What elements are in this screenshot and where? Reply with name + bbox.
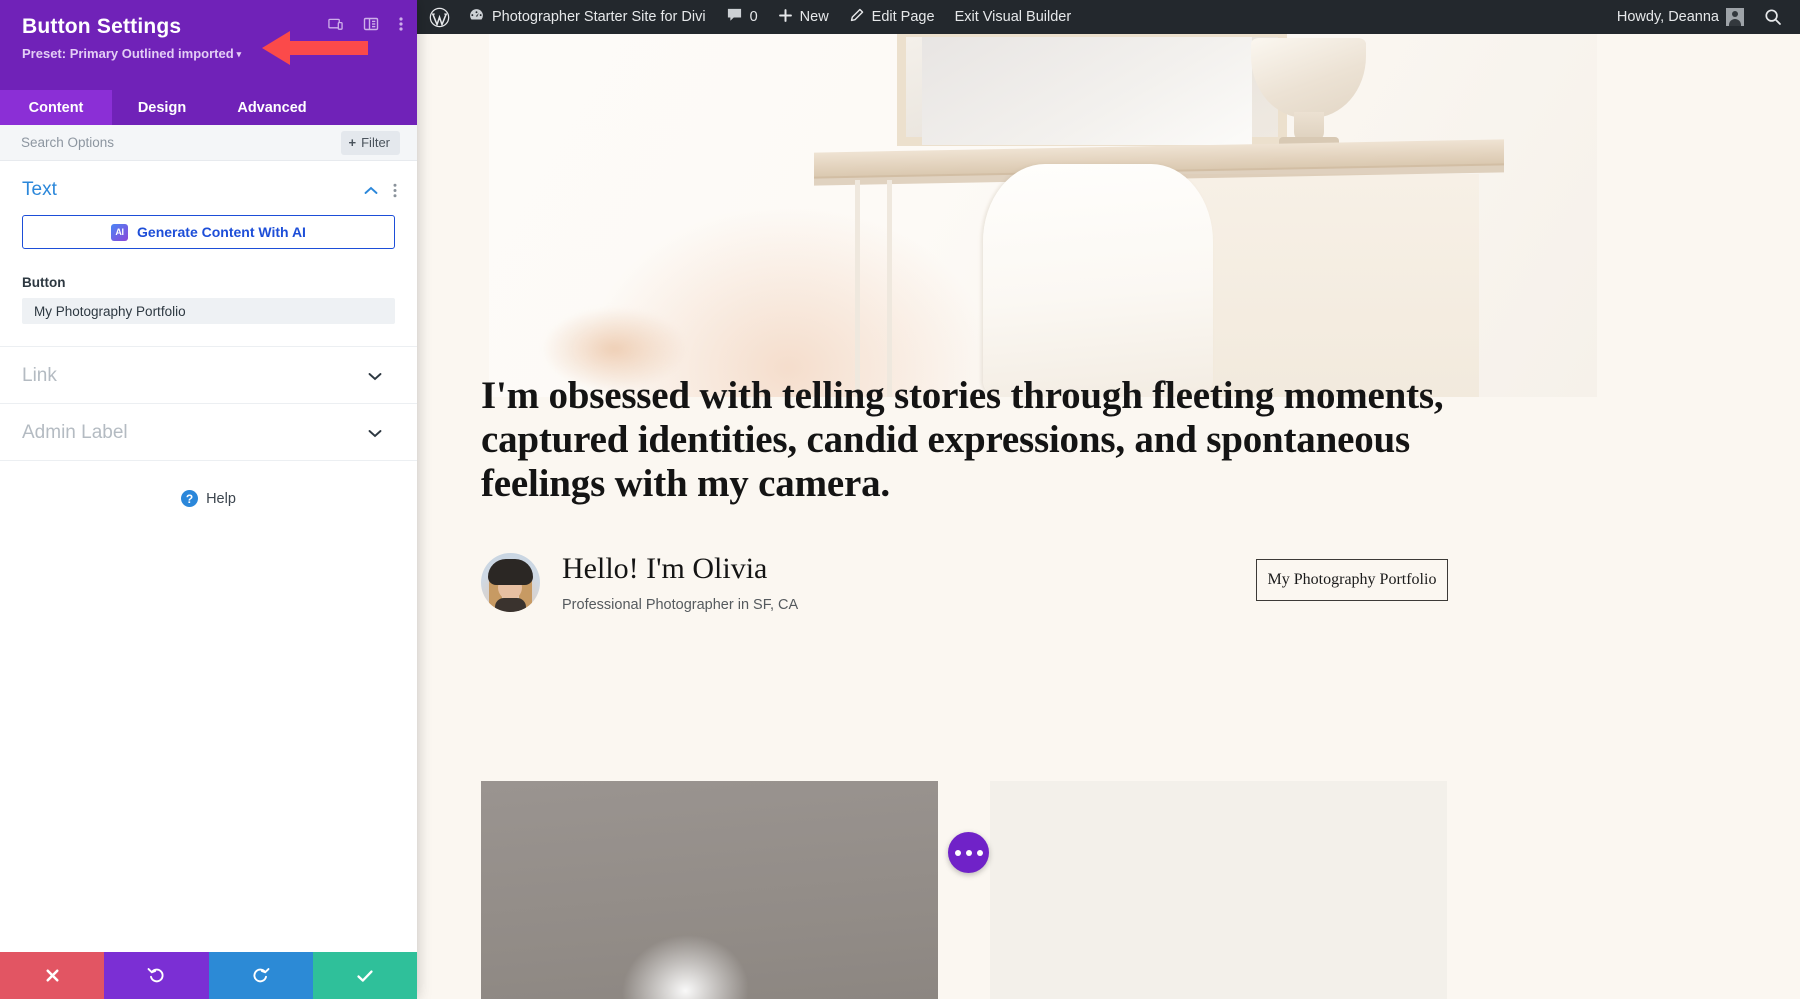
new-label: New [800,9,829,25]
help-icon: ? [181,490,198,507]
help-label: Help [206,491,236,507]
visual-builder-canvas: I'm obsessed with telling stories throug… [417,34,1800,999]
fab-dot-1 [955,850,961,856]
section-link-title: Link [22,365,368,387]
portfolio-button[interactable]: My Photography Portfolio [1256,559,1448,601]
button-text-input[interactable] [22,298,395,324]
fab-dot-3 [977,850,983,856]
plus-icon [778,8,793,27]
generate-ai-label: Generate Content With AI [137,224,306,240]
save-button[interactable] [313,952,417,999]
section-admin-label-header[interactable]: Admin Label [0,404,417,460]
site-name-label: Photographer Starter Site for Divi [492,9,706,25]
panel-layout-icon[interactable] [363,16,379,32]
comments-menu[interactable]: 0 [716,0,768,34]
gallery-image-right[interactable] [990,781,1447,999]
chevron-down-icon[interactable] [368,429,382,438]
search-input[interactable] [21,135,251,150]
author-block: Hello! I'm Olivia Professional Photograp… [481,552,798,613]
hero-mirror [897,34,1287,146]
tab-design[interactable]: Design [112,90,212,125]
section-link: Link [0,347,417,404]
section-link-header[interactable]: Link [0,347,417,403]
panel-header-icons [328,16,403,32]
preset-selector[interactable]: Preset: Primary Outlined imported▾ [22,46,399,63]
chevron-down-icon: ▾ [237,49,242,59]
avatar-body [495,598,526,612]
panel-tabs: Content Design Advanced [0,90,417,125]
gallery-left-flare [591,865,801,999]
comment-bubble-icon [726,7,743,27]
avatar-hat [488,559,533,585]
dashboard-icon [468,7,485,28]
cancel-button[interactable] [0,952,104,999]
new-content-menu[interactable]: New [768,0,839,34]
hero-heading: I'm obsessed with telling stories throug… [481,374,1481,506]
user-avatar-icon [1726,8,1744,26]
pencil-icon [849,7,865,27]
panel-action-bar [0,952,417,999]
section-text-header[interactable]: Text [0,161,417,217]
comment-count: 0 [750,9,758,25]
filter-button[interactable]: + Filter [341,131,400,155]
wordpress-logo-icon[interactable] [417,0,458,34]
howdy-label: Howdy, Deanna [1617,9,1719,25]
edit-page-label: Edit Page [872,9,935,25]
app-root: Button Settings Preset: Primary Outlined… [0,0,1800,999]
button-settings-panel: Button Settings Preset: Primary Outlined… [0,0,417,999]
plus-icon: + [349,135,357,150]
settings-panel-header: Button Settings Preset: Primary Outlined… [0,0,417,90]
hero-table-leg-left [855,180,860,397]
hero-image[interactable] [489,34,1597,397]
gallery-image-left[interactable] [481,781,938,999]
author-text: Hello! I'm Olivia Professional Photograp… [562,552,798,613]
module-options-fab[interactable] [948,832,989,873]
undo-button[interactable] [104,952,208,999]
hero-chair [983,164,1213,397]
howdy-user-menu[interactable]: Howdy, Deanna [1607,0,1754,34]
fab-dot-2 [966,850,972,856]
preset-label: Preset: Primary Outlined imported [22,46,234,61]
section-text-more-icon[interactable] [393,183,397,198]
author-name: Hello! I'm Olivia [562,552,798,586]
search-icon[interactable] [1754,0,1800,34]
redo-button[interactable] [209,952,313,999]
responsive-preview-icon[interactable] [328,17,343,32]
chevron-up-icon[interactable] [364,186,378,195]
site-name-menu[interactable]: Photographer Starter Site for Divi [458,0,716,34]
wordpress-admin-bar: Photographer Starter Site for Divi 0 New… [417,0,1800,34]
tab-content[interactable]: Content [0,90,112,125]
edit-page-link[interactable]: Edit Page [839,0,945,34]
section-text: Text AI Generate Content With AI Button [0,161,417,347]
generate-content-with-ai-button[interactable]: AI Generate Content With AI [22,215,395,249]
ai-icon: AI [111,224,128,241]
section-text-title: Text [22,179,364,201]
exit-visual-builder-link[interactable]: Exit Visual Builder [945,0,1082,34]
section-admin-label: Admin Label [0,404,417,461]
panel-body: Text AI Generate Content With AI Button [0,161,417,952]
more-options-icon[interactable] [399,16,403,32]
search-options-bar: + Filter [0,125,417,161]
chevron-down-icon[interactable] [368,372,382,381]
hero-table-leg-right [887,180,892,397]
author-subtitle: Professional Photographer in SF, CA [562,597,798,613]
author-avatar [481,553,540,612]
tab-advanced[interactable]: Advanced [212,90,332,125]
help-link[interactable]: ? Help [0,461,417,507]
hero-mirror-glass [922,37,1252,145]
button-field-label: Button [22,275,395,290]
filter-button-label: Filter [361,135,390,150]
section-text-content: AI Generate Content With AI Button [0,215,417,346]
section-admin-label-title: Admin Label [22,422,368,444]
hero-wall-panel [1179,174,1479,397]
